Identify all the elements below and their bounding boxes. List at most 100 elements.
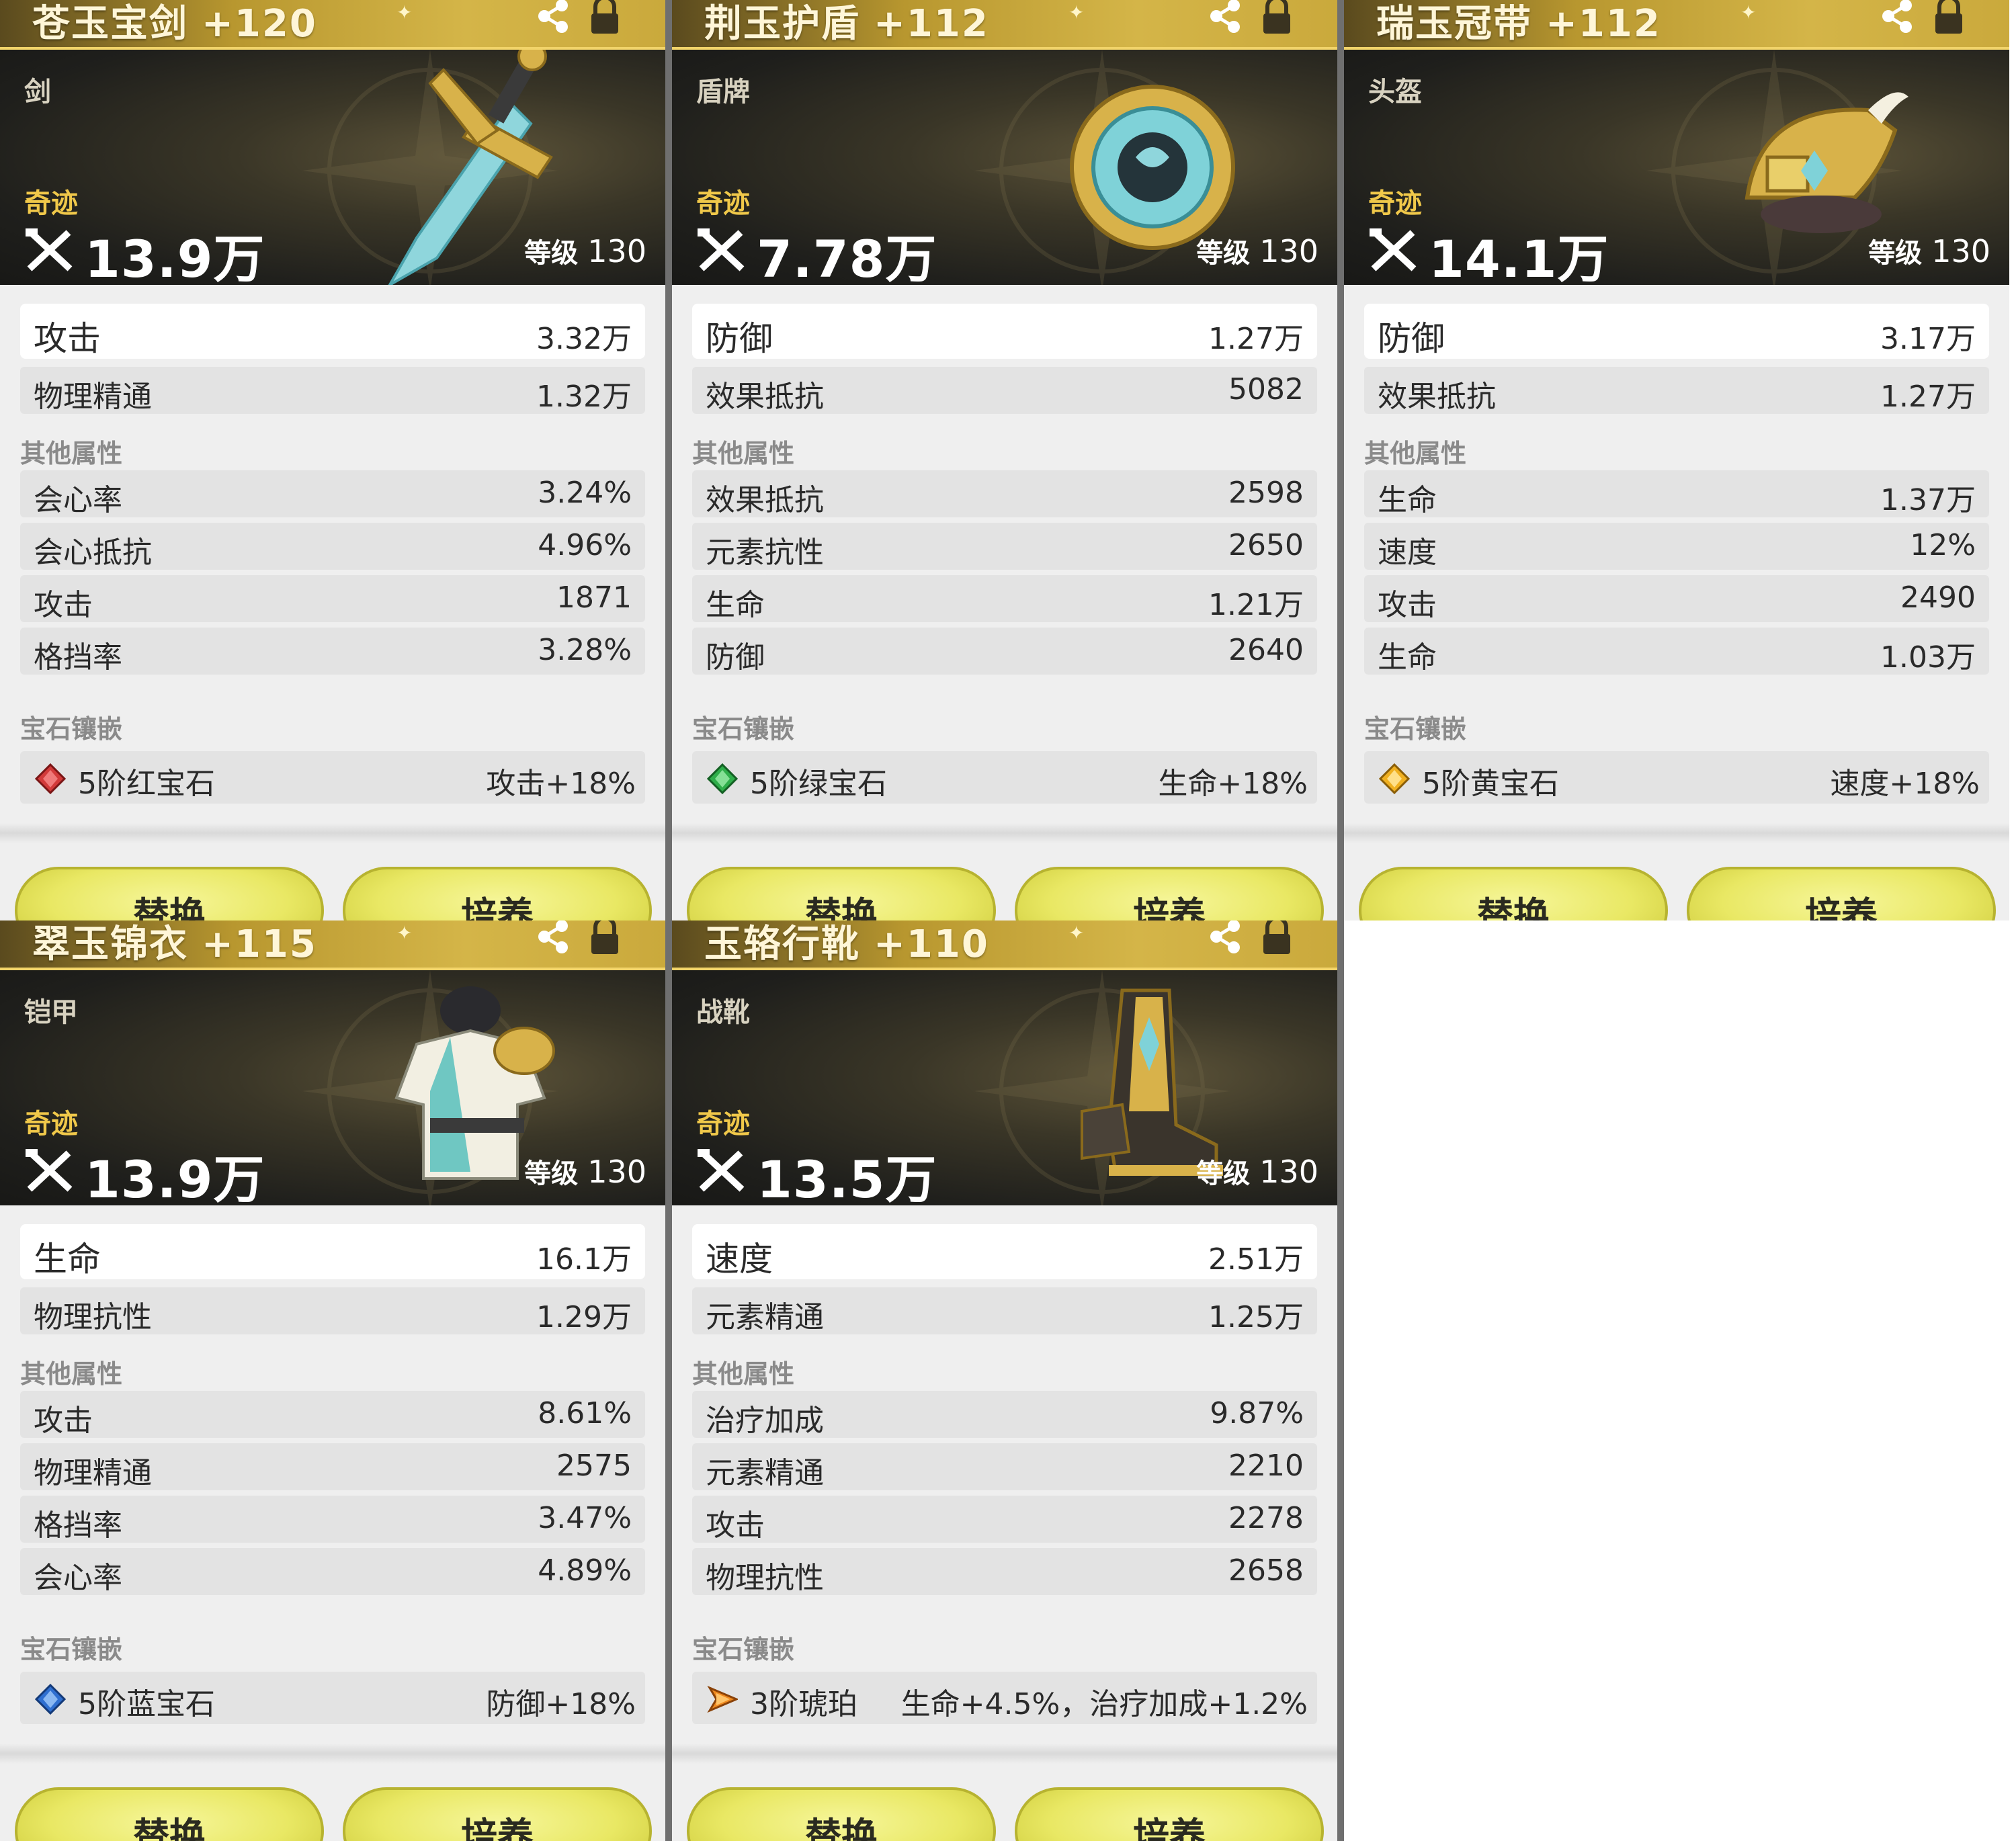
- other-attrs-label: 其他属性: [692, 1359, 795, 1389]
- rarity-label: 奇迹: [24, 188, 78, 219]
- rarity-label: 奇迹: [696, 188, 750, 219]
- equipment-card: 荆玉护盾 +112 ✦ 盾牌 奇迹 7.78万 等级 130 防御 1.27万 效果抵…: [672, 0, 1337, 920]
- other-stat-row: 攻击 2278: [692, 1496, 1317, 1543]
- power-value: 14.1万: [1429, 229, 1609, 285]
- equipment-hero: 盾牌 奇迹 7.78万 等级 130: [672, 50, 1337, 285]
- green-gem-icon: [707, 763, 738, 794]
- sparkle-icon: ✦: [1068, 922, 1085, 944]
- other-stat-row: 格挡率 3.47%: [20, 1496, 645, 1543]
- equipment-card: 瑞玉冠带 +112 ✦ 头盔 奇迹 14.1万 等级 130 防御 3.17万 效果抵…: [1344, 0, 2009, 920]
- main-stat-row: 防御 1.27万: [692, 304, 1317, 359]
- other-stat-row: 物理抗性 2658: [692, 1548, 1317, 1595]
- share-icon[interactable]: [531, 0, 578, 36]
- gems-label: 宝石镶嵌: [692, 1635, 795, 1664]
- equipment-type: 头盔: [1368, 77, 1422, 108]
- red-gem-icon: [35, 763, 66, 794]
- replace-button[interactable]: 替换: [1359, 867, 1668, 920]
- amber-gem-icon: [707, 1685, 738, 1713]
- other-stat-row: 防御 2640: [692, 628, 1317, 675]
- lock-icon[interactable]: [1257, 0, 1297, 36]
- other-stat-row: 攻击 2490: [1364, 575, 1989, 622]
- main-stat-row: 速度 2.51万: [692, 1224, 1317, 1279]
- rarity-label: 奇迹: [24, 1109, 78, 1140]
- main-stat-row: 效果抵抗 5082: [692, 367, 1317, 414]
- main-stat-row: 生命 16.1万: [20, 1224, 645, 1279]
- rarity-label: 奇迹: [696, 1109, 750, 1140]
- level-display: 等级 130: [1196, 1154, 1318, 1190]
- crossed-swords-icon: [1370, 228, 1417, 271]
- power-value: 13.9万: [85, 1150, 265, 1205]
- equipment-title: 苍玉宝剑 +120: [32, 2, 317, 46]
- replace-button[interactable]: 替换: [15, 867, 324, 920]
- replace-button[interactable]: 替换: [15, 1787, 324, 1841]
- other-stat-row: 会心率 3.24%: [20, 470, 645, 517]
- equipment-type: 盾牌: [696, 77, 750, 108]
- crossed-swords-icon: [698, 228, 745, 271]
- replace-button[interactable]: 替换: [687, 867, 996, 920]
- sparkle-icon: ✦: [1740, 1, 1757, 24]
- gem-slot[interactable]: 5阶绿宝石 生命+18%: [692, 751, 1317, 804]
- equipment-card: 玉辂行靴 +110 ✦ 战靴 奇迹 13.5万 等级 130 速度 2.51万 元素精…: [672, 920, 1337, 1841]
- other-attrs-label: 其他属性: [20, 1359, 123, 1389]
- power-value: 13.5万: [757, 1150, 937, 1205]
- power-value: 13.9万: [85, 229, 265, 285]
- share-icon[interactable]: [1875, 0, 1922, 36]
- equipment-hero: 战靴 奇迹 13.5万 等级 130: [672, 970, 1337, 1205]
- upgrade-button[interactable]: 培养: [1015, 1787, 1324, 1841]
- equipment-title: 瑞玉冠带 +112: [1376, 2, 1661, 46]
- gem-slot[interactable]: 3阶琥珀 生命+4.5%，治疗加成+1.2%: [692, 1672, 1317, 1724]
- other-stat-row: 元素抗性 2650: [692, 523, 1317, 570]
- rarity-label: 奇迹: [1368, 188, 1422, 219]
- upgrade-button[interactable]: 培养: [343, 1787, 652, 1841]
- share-icon[interactable]: [1203, 0, 1250, 36]
- other-stat-row: 治疗加成 9.87%: [692, 1391, 1317, 1438]
- gem-slot[interactable]: 5阶红宝石 攻击+18%: [20, 751, 645, 804]
- level-display: 等级 130: [524, 233, 646, 269]
- gem-slot[interactable]: 5阶蓝宝石 防御+18%: [20, 1672, 645, 1724]
- main-stat-row: 防御 3.17万: [1364, 304, 1989, 359]
- replace-button[interactable]: 替换: [687, 1787, 996, 1841]
- helmet-icon: [1745, 92, 1908, 233]
- blue-gem-icon: [35, 1684, 66, 1715]
- gems-label: 宝石镶嵌: [1364, 714, 1467, 744]
- equipment-type: 铠甲: [24, 997, 78, 1028]
- gems-label: 宝石镶嵌: [20, 714, 123, 744]
- other-attrs-label: 其他属性: [20, 439, 123, 468]
- other-attrs-label: 其他属性: [692, 439, 795, 468]
- title-bar: 荆玉护盾 +112 ✦: [672, 0, 1337, 50]
- gem-slot[interactable]: 5阶黄宝石 速度+18%: [1364, 751, 1989, 804]
- level-display: 等级 130: [1868, 233, 1990, 269]
- crossed-swords-icon: [26, 228, 73, 271]
- divider: [1344, 823, 2009, 843]
- crossed-swords-icon: [698, 1149, 745, 1192]
- upgrade-button[interactable]: 培养: [343, 867, 652, 920]
- lock-icon[interactable]: [1929, 0, 1969, 36]
- other-stat-row: 效果抵抗 2598: [692, 470, 1317, 517]
- lock-icon[interactable]: [1257, 920, 1297, 957]
- power-value: 7.78万: [757, 229, 937, 285]
- title-bar: 翠玉锦衣 +115 ✦: [0, 920, 665, 970]
- share-icon[interactable]: [531, 920, 578, 957]
- lock-icon[interactable]: [585, 920, 625, 957]
- equipment-title: 翠玉锦衣 +115: [32, 923, 317, 966]
- main-stat-row: 元素精通 1.25万: [692, 1287, 1317, 1334]
- equipment-card: 苍玉宝剑 +120 ✦ 剑 奇迹 13.9万 等级 130 攻击 3.32万 物理精通…: [0, 0, 665, 920]
- equipment-card: 翠玉锦衣 +115 ✦ 铠甲 奇迹 13.9万 等级 130 生命 16.1万 物理抗…: [0, 920, 665, 1841]
- other-attrs-label: 其他属性: [1364, 439, 1467, 468]
- sparkle-icon: ✦: [396, 922, 413, 944]
- divider: [672, 823, 1337, 843]
- other-stat-row: 攻击 1871: [20, 575, 645, 622]
- other-stat-row: 攻击 8.61%: [20, 1391, 645, 1438]
- main-stat-row: 物理精通 1.32万: [20, 367, 645, 414]
- tile-separator: [665, 0, 672, 1841]
- sparkle-icon: ✦: [1068, 1, 1085, 24]
- main-stat-row: 攻击 3.32万: [20, 304, 645, 359]
- other-stat-row: 生命 1.21万: [692, 575, 1317, 622]
- upgrade-button[interactable]: 培养: [1015, 867, 1324, 920]
- upgrade-button[interactable]: 培养: [1687, 867, 1996, 920]
- level-display: 等级 130: [524, 1154, 646, 1190]
- lock-icon[interactable]: [585, 0, 625, 36]
- share-icon[interactable]: [1203, 920, 1250, 957]
- crossed-swords-icon: [26, 1149, 73, 1192]
- equipment-hero: 剑 奇迹 13.9万 等级 130: [0, 50, 665, 285]
